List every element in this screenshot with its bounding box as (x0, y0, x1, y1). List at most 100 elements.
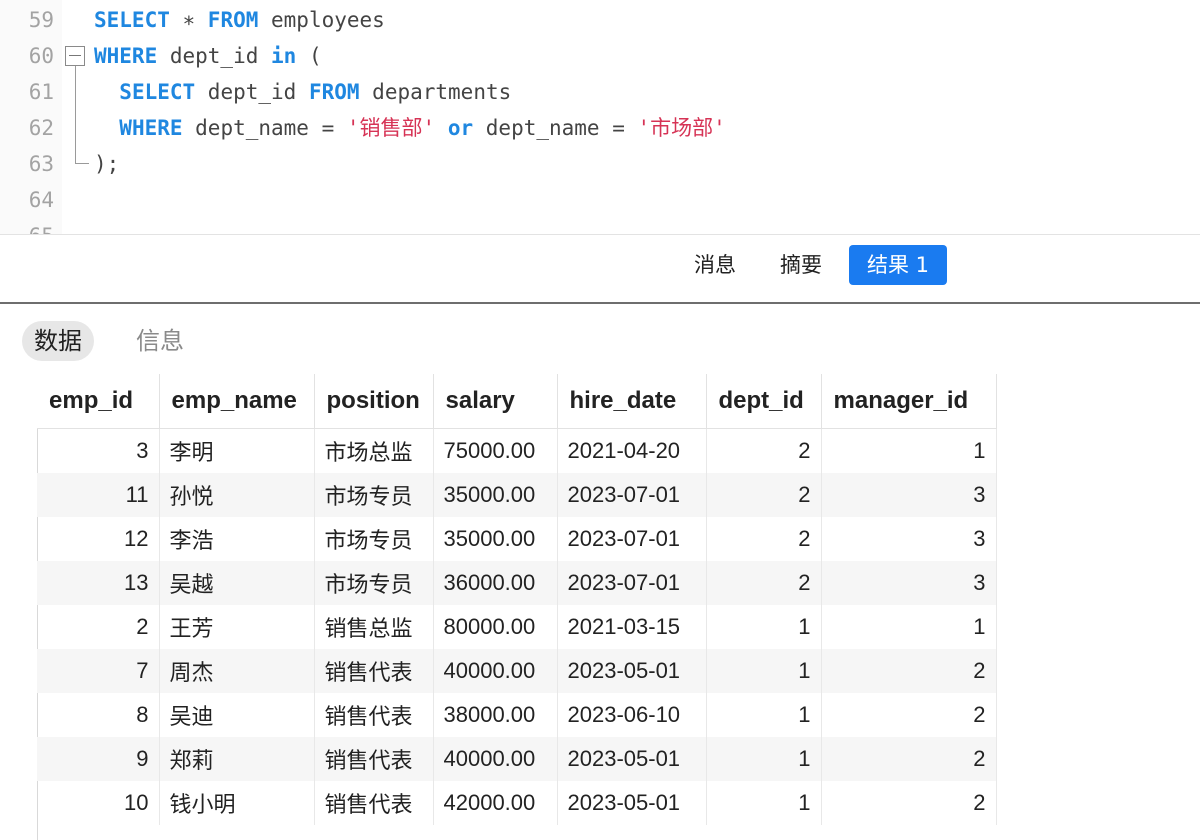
table-row[interactable]: 10 钱小明 销售代表 42000.00 2023-05-01 1 2 (37, 781, 997, 825)
cell-emp-name[interactable]: 王芳 (159, 605, 315, 649)
cell-hire-date[interactable]: 2023-06-10 (557, 693, 707, 737)
code-line[interactable]: 63); (0, 146, 1200, 182)
cell-manager-id[interactable]: 2 (821, 781, 997, 825)
table-row[interactable]: 7 周杰 销售代表 40000.00 2023-05-01 1 2 (37, 649, 997, 693)
cell-emp-name[interactable]: 吴越 (159, 561, 315, 605)
cell-salary[interactable]: 35000.00 (433, 473, 558, 517)
table-row[interactable]: 3 李明 市场总监 75000.00 2021-04-20 2 1 (37, 428, 997, 473)
cell-emp-id[interactable]: 12 (37, 517, 160, 561)
column-header-salary[interactable]: salary (433, 374, 558, 429)
cell-manager-id[interactable]: 3 (821, 561, 997, 605)
sql-editor[interactable]: 59 SELECT ∗ FROM employees 60 WHERE dept_id… (0, 0, 1200, 235)
cell-emp-id[interactable]: 13 (37, 561, 160, 605)
code-text[interactable]: WHERE dept_id in ( (94, 38, 322, 74)
cell-salary[interactable]: 80000.00 (433, 605, 558, 649)
cell-position[interactable]: 销售代表 (314, 693, 434, 737)
column-header-manager-id[interactable]: manager_id (821, 374, 997, 429)
cell-dept-id[interactable]: 1 (706, 781, 822, 825)
table-row[interactable]: 8 吴迪 销售代表 38000.00 2023-06-10 1 2 (37, 693, 997, 737)
cell-position[interactable]: 市场专员 (314, 473, 434, 517)
cell-dept-id[interactable]: 2 (706, 473, 822, 517)
cell-position[interactable]: 销售代表 (314, 649, 434, 693)
code-text[interactable]: ); (94, 146, 119, 182)
cell-dept-id[interactable]: 1 (706, 693, 822, 737)
cell-salary[interactable]: 36000.00 (433, 561, 558, 605)
cell-position[interactable]: 市场总监 (314, 428, 434, 473)
cell-position[interactable]: 市场专员 (314, 517, 434, 561)
cell-dept-id[interactable]: 1 (706, 649, 822, 693)
table-row[interactable]: 11 孙悦 市场专员 35000.00 2023-07-01 2 3 (37, 473, 997, 517)
cell-hire-date[interactable]: 2023-05-01 (557, 649, 707, 693)
code-line[interactable]: 64 (0, 182, 1200, 218)
cell-dept-id[interactable]: 1 (706, 737, 822, 781)
subtab-info[interactable]: 信息 (124, 321, 196, 361)
fold-toggle-icon[interactable] (65, 46, 85, 66)
cell-emp-id[interactable]: 10 (37, 781, 160, 825)
column-header-emp-name[interactable]: emp_name (159, 374, 315, 429)
tab-messages[interactable]: 消息 (676, 245, 754, 285)
cell-emp-name[interactable]: 李明 (159, 428, 315, 473)
code-text[interactable]: SELECT dept_id FROM departments (94, 74, 511, 110)
subtab-data[interactable]: 数据 (22, 321, 94, 361)
code-line[interactable]: 59 SELECT ∗ FROM employees (0, 2, 1200, 38)
cell-emp-id[interactable]: 11 (37, 473, 160, 517)
cell-salary[interactable]: 42000.00 (433, 781, 558, 825)
cell-manager-id[interactable]: 2 (821, 693, 997, 737)
cell-emp-name[interactable]: 郑莉 (159, 737, 315, 781)
cell-salary[interactable]: 38000.00 (433, 693, 558, 737)
cell-dept-id[interactable]: 2 (706, 517, 822, 561)
cell-emp-name[interactable]: 钱小明 (159, 781, 315, 825)
cell-dept-id[interactable]: 2 (706, 561, 822, 605)
cell-hire-date[interactable]: 2023-07-01 (557, 517, 707, 561)
cell-hire-date[interactable]: 2021-04-20 (557, 428, 707, 473)
code-line[interactable]: 62 WHERE dept_name = '销售部' or dept_name … (0, 110, 1200, 146)
table-row[interactable]: 12 李浩 市场专员 35000.00 2023-07-01 2 3 (37, 517, 997, 561)
cell-emp-id[interactable]: 7 (37, 649, 160, 693)
column-header-dept-id[interactable]: dept_id (706, 374, 822, 429)
cell-salary[interactable]: 35000.00 (433, 517, 558, 561)
cell-salary[interactable]: 40000.00 (433, 737, 558, 781)
column-header-position[interactable]: position (314, 374, 434, 429)
code-line[interactable]: 65 (0, 218, 1200, 234)
cell-emp-id[interactable]: 2 (37, 605, 160, 649)
cell-position[interactable]: 销售代表 (314, 781, 434, 825)
tab-result-1[interactable]: 结果 1 (849, 245, 948, 285)
cell-manager-id[interactable]: 2 (821, 649, 997, 693)
cell-emp-name[interactable]: 周杰 (159, 649, 315, 693)
cell-manager-id[interactable]: 3 (821, 517, 997, 561)
cell-emp-name[interactable]: 吴迪 (159, 693, 315, 737)
cell-position[interactable]: 市场专员 (314, 561, 434, 605)
table-row[interactable]: 13 吴越 市场专员 36000.00 2023-07-01 2 3 (37, 561, 997, 605)
code-line[interactable]: 61 SELECT dept_id FROM departments (0, 74, 1200, 110)
cell-manager-id[interactable]: 2 (821, 737, 997, 781)
code-text[interactable]: WHERE dept_name = '销售部' or dept_name = '… (94, 110, 726, 146)
cell-emp-id[interactable]: 8 (37, 693, 160, 737)
tab-summary[interactable]: 摘要 (762, 245, 840, 285)
cell-emp-name[interactable]: 孙悦 (159, 473, 315, 517)
cell-salary[interactable]: 40000.00 (433, 649, 558, 693)
cell-position[interactable]: 销售代表 (314, 737, 434, 781)
cell-hire-date[interactable]: 2023-07-01 (557, 473, 707, 517)
cell-emp-id[interactable]: 3 (37, 428, 160, 473)
cell-manager-id[interactable]: 1 (821, 428, 997, 473)
table-row[interactable]: 2 王芳 销售总监 80000.00 2021-03-15 1 1 (37, 605, 997, 649)
cell-dept-id[interactable]: 2 (706, 428, 822, 473)
code-text[interactable]: SELECT ∗ FROM employees (94, 2, 385, 38)
cell-position[interactable]: 销售总监 (314, 605, 434, 649)
cell-dept-id[interactable]: 1 (706, 605, 822, 649)
cell-emp-name[interactable]: 李浩 (159, 517, 315, 561)
cell-hire-date[interactable]: 2023-07-01 (557, 561, 707, 605)
cell-salary[interactable]: 75000.00 (433, 428, 558, 473)
cell-emp-id[interactable]: 9 (37, 737, 160, 781)
column-header-emp-id[interactable]: emp_id (37, 374, 160, 429)
cell-manager-id[interactable]: 3 (821, 473, 997, 517)
row-selector-gutter[interactable] (0, 374, 38, 840)
code-line[interactable]: 60 WHERE dept_id in ( (0, 38, 1200, 74)
table-row[interactable]: 9 郑莉 销售代表 40000.00 2023-05-01 1 2 (37, 737, 997, 781)
result-grid[interactable]: emp_id emp_name position salary hire_date dep… (0, 374, 1200, 840)
cell-hire-date[interactable]: 2023-05-01 (557, 781, 707, 825)
cell-manager-id[interactable]: 1 (821, 605, 997, 649)
cell-hire-date[interactable]: 2023-05-01 (557, 737, 707, 781)
cell-hire-date[interactable]: 2021-03-15 (557, 605, 707, 649)
column-header-hire-date[interactable]: hire_date (557, 374, 707, 429)
